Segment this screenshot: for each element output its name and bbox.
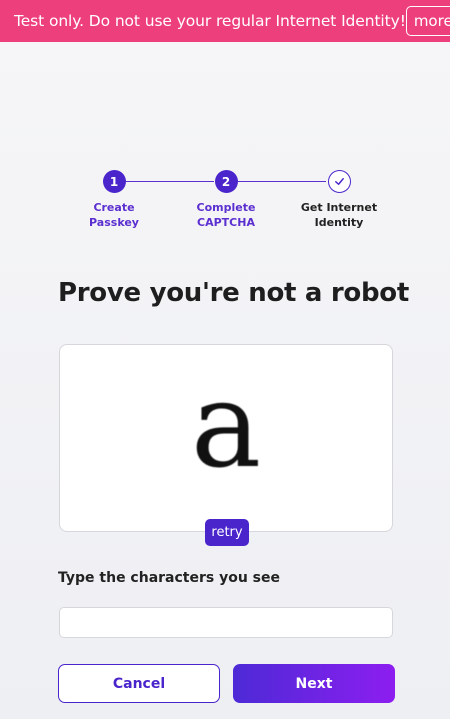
captcha-input-label: Type the characters you see [58,570,281,586]
captcha-characters: a [190,356,262,494]
more-button[interactable]: more [405,6,450,36]
step-2-indicator: 2 [214,170,238,193]
banner-text: Test only. Do not use your regular Inter… [14,12,406,30]
step-1-indicator: 1 [102,170,126,193]
step-3-indicator [327,170,351,193]
retry-button[interactable]: retry [205,519,249,546]
step-3-label: Get Internet Identity [300,201,378,229]
next-button[interactable]: Next [233,664,395,703]
captcha-image: a [60,345,392,515]
captcha-input[interactable] [59,607,393,638]
step-2-label: Complete CAPTCHA [196,201,256,229]
captcha-box: a [59,344,393,532]
test-warning-banner: Test only. Do not use your regular Inter… [0,0,450,42]
progress-stepper: 1 Create Passkey 2 Complete CAPTCHA Get … [0,170,450,240]
step-create-passkey: 1 Create Passkey [64,170,164,230]
page-title: Prove you're not a robot [58,278,409,308]
step-get-identity: Get Internet Identity [289,170,389,230]
checkmark-icon [334,178,344,185]
step-complete-captcha: 2 Complete CAPTCHA [176,170,276,230]
step-1-label: Create Passkey [89,201,139,229]
cancel-button[interactable]: Cancel [58,664,220,703]
